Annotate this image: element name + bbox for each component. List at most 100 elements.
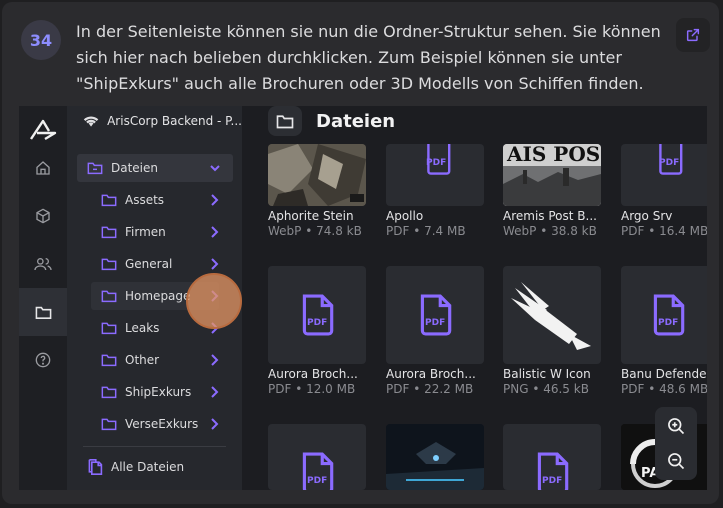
pdf-badge: PDF	[307, 318, 328, 328]
folder-label: Other	[125, 353, 160, 367]
chevron-down-icon	[210, 165, 220, 172]
file-thumb-row3-2[interactable]	[386, 424, 484, 490]
folder-label: Leaks	[125, 321, 160, 335]
file-meta: PDF • 16.4 MB	[621, 224, 707, 238]
home-icon	[36, 161, 50, 175]
file-thumb-banu[interactable]: PDF	[621, 266, 707, 364]
workspace-name: ArisCorp Backend - P...	[107, 114, 242, 128]
file-thumb-aurora-1[interactable]: PDF	[268, 266, 366, 364]
nav-files[interactable]	[19, 288, 67, 336]
folder-icon	[101, 194, 117, 207]
files-icon	[88, 459, 103, 475]
file-thumb-apollo[interactable]: PDF	[386, 144, 484, 206]
wifi-icon	[83, 116, 99, 127]
file-name: Aurora Broch...	[386, 367, 476, 381]
zoom-in-icon	[668, 418, 685, 435]
file-name: Apollo	[386, 209, 424, 223]
file-meta: PDF • 48.6 MB	[621, 382, 707, 396]
folder-icon	[101, 226, 117, 239]
folder-shipexkurs[interactable]: ShipExkurs	[91, 378, 219, 406]
folder-assets[interactable]: Assets	[91, 186, 219, 214]
step-number-badge: 34	[21, 20, 61, 60]
folder-general[interactable]: General	[91, 250, 219, 278]
folder-label: Homepage	[125, 289, 191, 303]
file-name: Argo Srv	[621, 209, 673, 223]
chevron-right-icon	[211, 226, 219, 238]
file-meta: WebP • 38.8 kB	[503, 224, 597, 238]
file-name: Banu Defender	[621, 367, 707, 381]
file-name: Balistic W Icon	[503, 367, 591, 381]
chevron-right-icon	[211, 386, 219, 398]
folder-icon	[101, 418, 117, 431]
all-files-label: Alle Dateien	[111, 460, 185, 474]
users-icon	[34, 258, 52, 271]
chevron-right-icon	[211, 258, 219, 270]
folder-firmen[interactable]: Firmen	[91, 218, 219, 246]
pdf-badge: PDF	[659, 158, 680, 168]
file-meta: PNG • 46.5 kB	[503, 382, 589, 396]
file-browser: Dateien PDF AIS POS PDF Aphorite Stein W…	[242, 106, 707, 490]
file-thumb-row3-1[interactable]: PDF	[268, 424, 366, 490]
nav-content[interactable]	[19, 192, 67, 240]
file-name: Aremis Post B...	[503, 209, 597, 223]
workspace-header[interactable]: ArisCorp Backend - P...	[67, 106, 242, 136]
file-thumb-balistic[interactable]	[503, 266, 601, 364]
pdf-file-icon	[420, 294, 452, 336]
folder-label: ShipExkurs	[125, 385, 192, 399]
nav-rail	[19, 106, 67, 490]
folder-icon	[87, 162, 103, 175]
header-folder-badge	[268, 106, 302, 136]
main-header: Dateien	[268, 106, 395, 136]
folder-other[interactable]: Other	[91, 346, 219, 374]
poster-text: AIS POS	[507, 144, 601, 166]
folder-dateien[interactable]: Dateien	[77, 154, 233, 182]
file-thumb-row3-3[interactable]: PDF	[503, 424, 601, 490]
help-icon	[35, 352, 51, 368]
folder-label: Firmen	[125, 225, 166, 239]
folder-verseexkurs[interactable]: VerseExkurs	[91, 410, 219, 438]
folder-icon	[101, 354, 117, 367]
click-indicator	[186, 273, 242, 329]
chevron-right-icon	[211, 418, 219, 430]
folder-label: VerseExkurs	[125, 417, 199, 431]
sidebar-divider	[83, 446, 226, 447]
file-name: Aphorite Stein	[268, 209, 354, 223]
nav-help[interactable]	[19, 336, 67, 384]
open-external-button[interactable]	[676, 18, 710, 52]
file-thumb-aphorite[interactable]	[268, 144, 366, 206]
space-scene-image	[386, 424, 484, 490]
cube-icon	[36, 208, 50, 224]
pdf-badge: PDF	[426, 158, 447, 168]
aris-logo-icon	[30, 119, 57, 141]
nav-home[interactable]	[19, 144, 67, 192]
file-thumb-aremis[interactable]: AIS POS	[503, 144, 601, 206]
folder-icon	[276, 114, 294, 128]
chevron-right-icon	[211, 354, 219, 366]
pdf-file-icon	[302, 294, 334, 336]
pdf-badge: PDF	[542, 476, 563, 486]
folder-icon	[101, 386, 117, 399]
zoom-out-icon	[668, 453, 685, 470]
file-thumb-aurora-2[interactable]: PDF	[386, 266, 484, 364]
app-screenshot: ArisCorp Backend - P... Dateien Assets F…	[19, 106, 707, 490]
chevron-right-icon	[211, 194, 219, 206]
pdf-badge: PDF	[425, 318, 446, 328]
zoom-in-button[interactable]	[655, 407, 697, 445]
all-files-link[interactable]: Alle Dateien	[87, 458, 184, 476]
folder-icon	[101, 322, 117, 335]
external-link-icon	[686, 28, 700, 42]
nav-users[interactable]	[19, 240, 67, 288]
folder-label: Assets	[125, 193, 165, 207]
folder-icon	[101, 258, 117, 271]
zoom-out-button[interactable]	[655, 442, 697, 480]
pdf-badge: PDF	[658, 318, 679, 328]
page-title: Dateien	[316, 110, 396, 132]
file-thumb-argo[interactable]: PDF	[621, 144, 707, 206]
file-meta: PDF • 22.2 MB	[386, 382, 474, 396]
file-meta: PDF • 7.4 MB	[386, 224, 466, 238]
file-meta: WebP • 74.8 kB	[268, 224, 362, 238]
step-caption: In der Seitenleiste können sie nun die O…	[76, 22, 661, 93]
pdf-file-icon	[653, 294, 685, 336]
pdf-badge: PDF	[307, 476, 328, 486]
folder-label: Dateien	[111, 161, 159, 175]
